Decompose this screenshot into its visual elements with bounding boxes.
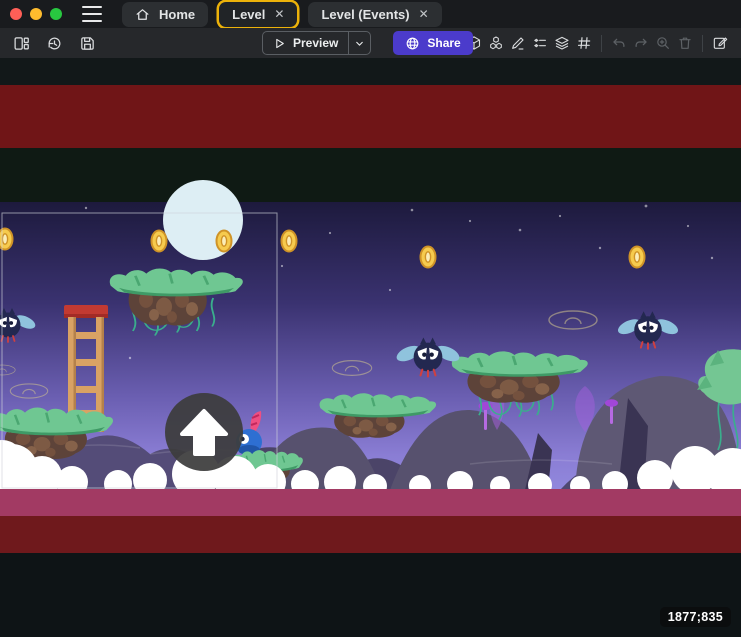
- coordinates-badge: 1877;835: [660, 607, 731, 627]
- tab-level-events[interactable]: Level (Events) ✕: [308, 2, 441, 27]
- app-window: Home Level ✕ Level (Events) ✕: [0, 0, 741, 637]
- toolbar-divider: [601, 35, 602, 52]
- toolbar: Preview Share: [0, 28, 741, 58]
- bottom-background: [0, 553, 741, 637]
- jump-button-overlay[interactable]: [165, 393, 243, 471]
- close-tab-icon[interactable]: ✕: [274, 8, 284, 20]
- object-groups-icon[interactable]: [485, 31, 507, 55]
- moon[interactable]: [163, 180, 243, 260]
- zoom-in-icon[interactable]: [652, 31, 674, 55]
- save-icon[interactable]: [76, 31, 98, 55]
- chevron-down-icon: [354, 38, 365, 49]
- coin[interactable]: [421, 247, 436, 268]
- coin[interactable]: [217, 231, 232, 252]
- tab-level[interactable]: Level ✕: [219, 2, 297, 27]
- share-button[interactable]: Share: [393, 31, 472, 55]
- minimize-window-button[interactable]: [30, 8, 42, 20]
- undo-icon[interactable]: [608, 31, 630, 55]
- toolbar-center-group: Preview Share: [262, 31, 473, 55]
- scene-canvas-svg[interactable]: [0, 58, 741, 637]
- grid-icon[interactable]: [573, 31, 595, 55]
- share-label: Share: [427, 36, 460, 50]
- coin[interactable]: [630, 247, 645, 268]
- top-red-band: [0, 85, 741, 148]
- instances-list-icon[interactable]: [529, 31, 551, 55]
- play-icon: [273, 37, 286, 50]
- toolbar-right-group: [463, 31, 731, 55]
- history-icon[interactable]: [43, 31, 65, 55]
- home-icon: [135, 7, 150, 22]
- traffic-lights: [0, 8, 74, 20]
- tab-label: Level: [232, 7, 265, 22]
- scene-editor-canvas[interactable]: 1877;835: [0, 58, 741, 637]
- dark-strip: [0, 148, 741, 202]
- tab-label: Level (Events): [321, 7, 409, 22]
- close-tab-icon[interactable]: ✕: [419, 8, 429, 20]
- tab-home[interactable]: Home: [122, 2, 208, 27]
- layers-icon[interactable]: [551, 31, 573, 55]
- coin[interactable]: [152, 231, 167, 252]
- globe-icon: [405, 36, 420, 51]
- maximize-window-button[interactable]: [50, 8, 62, 20]
- edit-pencil-icon[interactable]: [507, 31, 529, 55]
- bottom-red-band: [0, 516, 741, 553]
- close-window-button[interactable]: [10, 8, 22, 20]
- redo-icon[interactable]: [630, 31, 652, 55]
- preview-button[interactable]: Preview: [262, 31, 371, 55]
- panels-icon[interactable]: [10, 31, 32, 55]
- coin[interactable]: [282, 231, 297, 252]
- hamburger-menu-icon[interactable]: [82, 6, 102, 22]
- tab-bar: Home Level ✕ Level (Events) ✕: [122, 0, 442, 28]
- tab-label: Home: [159, 7, 195, 22]
- preview-label: Preview: [293, 36, 338, 50]
- titlebar: Home Level ✕ Level (Events) ✕: [0, 0, 741, 28]
- delete-icon[interactable]: [674, 31, 696, 55]
- preview-dropdown-button[interactable]: [348, 32, 370, 54]
- toolbar-divider: [702, 35, 703, 52]
- toolbar-left-group: [10, 31, 98, 55]
- scene-properties-icon[interactable]: [709, 31, 731, 55]
- pink-band: [0, 489, 741, 516]
